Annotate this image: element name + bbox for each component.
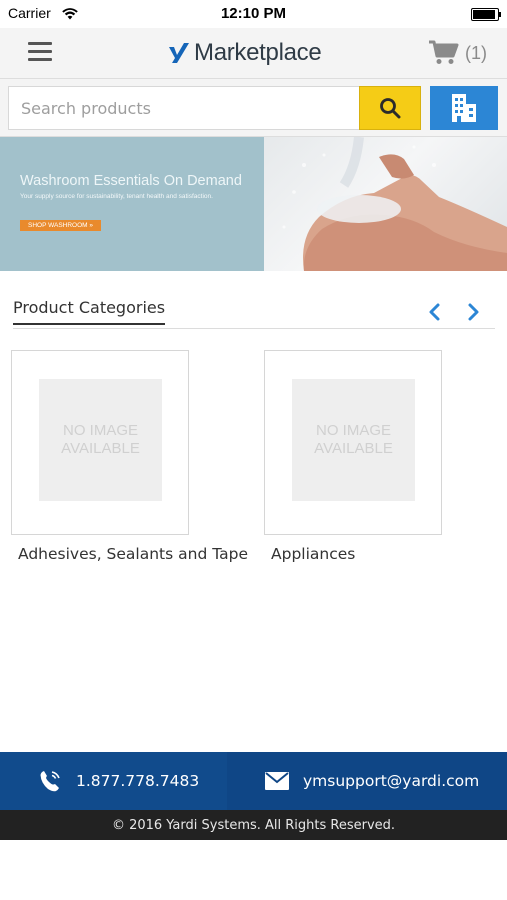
logo-text: Marketplace [194, 39, 322, 66]
mail-icon [265, 772, 289, 790]
banner-title: Washroom Essentials On Demand [20, 173, 242, 189]
status-time: 12:10 PM [220, 5, 287, 22]
banner-subtitle: Your supply source for sustainability, t… [20, 193, 213, 200]
email-link[interactable]: ymsupport@yardi.com [227, 752, 507, 810]
search-bar [0, 79, 507, 137]
marketplace-logo[interactable]: Marketplace [168, 37, 322, 69]
cart-icon [429, 40, 459, 64]
building-icon [452, 94, 476, 122]
phone-number: 1.877.778.7483 [76, 772, 200, 790]
property-selector-button[interactable] [430, 86, 498, 130]
search-icon [380, 98, 401, 119]
no-image-text: NO IMAGE [62, 422, 138, 439]
banner-hands-image [264, 137, 507, 271]
chevron-left-icon[interactable] [425, 302, 445, 322]
no-image-text: AVAILABLE [314, 440, 393, 457]
search-button[interactable] [359, 86, 421, 130]
no-image-text: NO IMAGE [315, 422, 391, 439]
footer: © 2016 Yardi Systems. All Rights Reserve… [0, 810, 507, 840]
no-image-text: AVAILABLE [61, 440, 140, 457]
promo-banner[interactable]: Washroom Essentials On Demand Your suppl… [0, 137, 507, 271]
categories-title: Product Categories [13, 298, 166, 325]
chevron-right-icon[interactable] [463, 302, 483, 322]
category-card-appliances[interactable]: NO IMAGE AVAILABLE [264, 350, 442, 535]
cart-count: (1) [465, 42, 487, 63]
no-image-placeholder: NO IMAGE AVAILABLE [292, 379, 415, 501]
shop-washroom-button[interactable]: SHOP WASHROOM » [20, 220, 102, 231]
banner-text-panel: Washroom Essentials On Demand Your suppl… [0, 137, 264, 271]
hamburger-menu-icon[interactable] [28, 42, 52, 62]
app-header: Marketplace (1) [0, 28, 507, 79]
contact-bar: 1.877.778.7483 ymsupport@yardi.com [0, 752, 507, 810]
no-image-placeholder: NO IMAGE AVAILABLE [39, 379, 162, 501]
category-card-adhesives[interactable]: NO IMAGE AVAILABLE [11, 350, 189, 535]
copyright-text: © 2016 Yardi Systems. All Rights Reserve… [111, 817, 396, 833]
battery-icon [471, 8, 501, 21]
category-label[interactable]: Appliances [271, 545, 355, 563]
phone-icon [40, 771, 60, 792]
search-input[interactable] [8, 86, 374, 130]
categories-header: Product Categories [13, 296, 495, 329]
support-email: ymsupport@yardi.com [303, 772, 480, 790]
cart-button[interactable]: (1) [429, 40, 487, 66]
yardi-logo-icon [169, 43, 189, 63]
phone-link[interactable]: 1.877.778.7483 [0, 752, 227, 810]
status-bar: Carrier 12:10 PM [0, 0, 507, 28]
category-label[interactable]: Adhesives, Sealants and Tape [18, 545, 248, 563]
